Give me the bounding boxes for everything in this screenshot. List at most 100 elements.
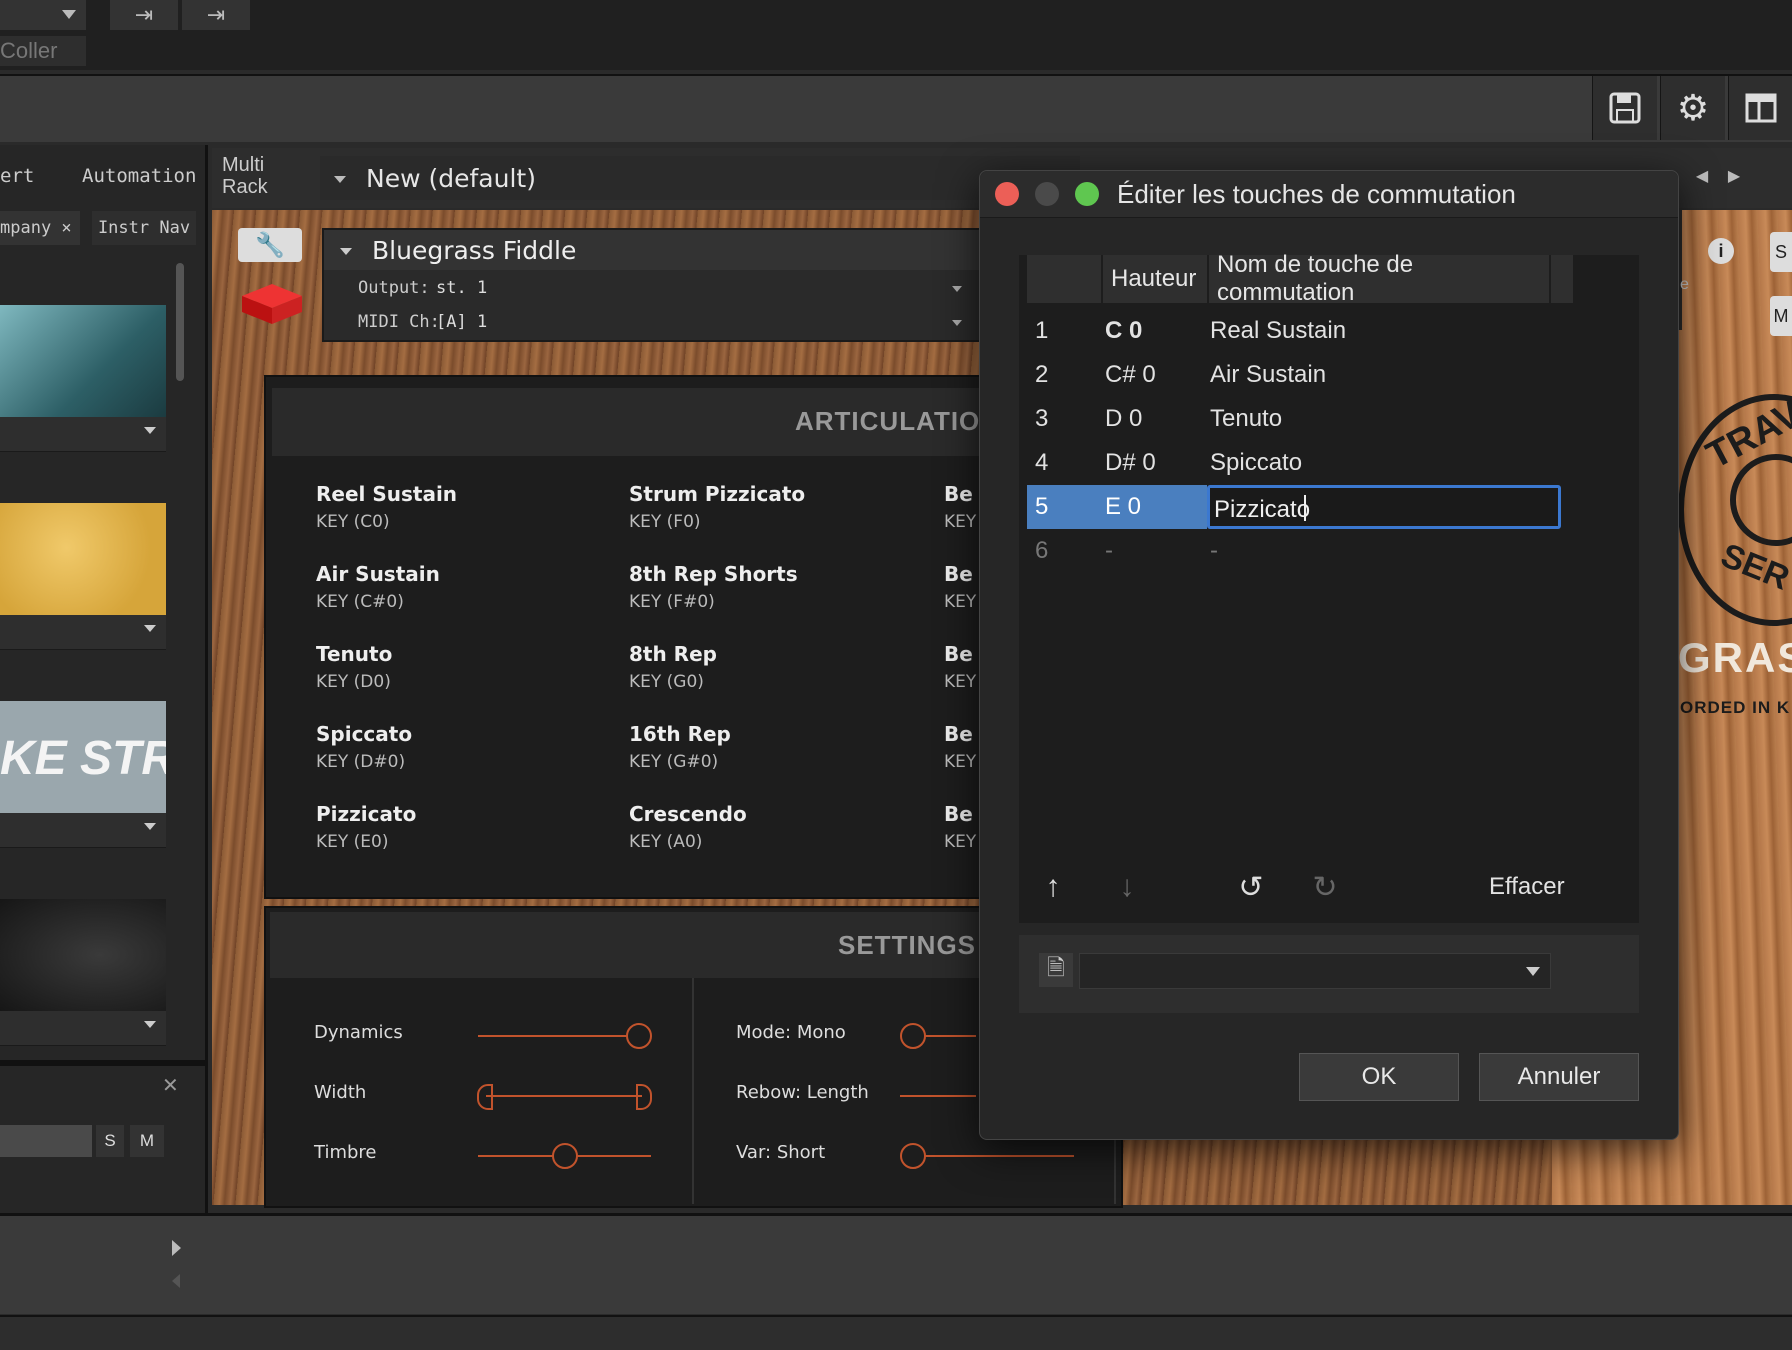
play-arrow-icon[interactable] xyxy=(172,1240,181,1256)
chevron-down-icon xyxy=(340,248,352,255)
articulation-item[interactable]: Be KEY xyxy=(944,482,976,532)
browser-scrollbar[interactable] xyxy=(176,263,184,381)
articulation-item[interactable]: Strum Pizzicato KEY (F0) xyxy=(629,482,805,532)
layout-button[interactable] xyxy=(1728,76,1792,140)
output-selector[interactable]: Output: st. 1 xyxy=(324,272,980,304)
articulation-item[interactable]: 8th Rep KEY (G0) xyxy=(629,642,717,692)
filter-instr-nav[interactable]: Instr Nav xyxy=(92,211,196,245)
filter-company[interactable]: mpany × xyxy=(0,211,80,245)
row-name: Air Sustain xyxy=(1210,361,1327,388)
articulation-item[interactable]: Spiccato KEY (D#0) xyxy=(316,722,412,772)
articulation-item[interactable]: 8th Rep Shorts KEY (F#0) xyxy=(629,562,798,612)
articulation-item[interactable]: Crescendo KEY (A0) xyxy=(629,802,747,852)
instrument-name-bar[interactable]: Bluegrass Fiddle xyxy=(324,230,980,270)
row-name: - xyxy=(1210,537,1218,564)
rebow-length-slider[interactable] xyxy=(900,1095,976,1097)
articulation-item[interactable]: Reel Sustain KEY (C0) xyxy=(316,482,457,532)
width-range-slider[interactable] xyxy=(486,1095,642,1097)
tab-expert[interactable]: ert xyxy=(0,165,34,187)
wrench-button[interactable]: 🔧 xyxy=(238,228,302,262)
undo-button[interactable]: ↺ xyxy=(1233,869,1269,905)
clear-button[interactable]: Effacer xyxy=(1489,873,1565,901)
move-down-button[interactable]: ↓ xyxy=(1109,869,1145,905)
undo-icon: ↺ xyxy=(1238,870,1264,904)
library-dropdown[interactable] xyxy=(0,615,166,650)
settings-button[interactable]: ⚙ xyxy=(1660,76,1725,140)
side-mute-button[interactable]: M xyxy=(1770,296,1792,336)
skip-end-button[interactable]: ⇥ xyxy=(182,0,250,30)
articulation-item[interactable]: Be KEY xyxy=(944,722,976,772)
close-window-button[interactable] xyxy=(995,182,1019,206)
preset-file-button[interactable]: 🗎 xyxy=(1039,953,1073,987)
var-short-slider[interactable] xyxy=(904,1155,1074,1157)
chevron-down-icon xyxy=(62,10,76,19)
browser-divider xyxy=(0,1060,205,1066)
table-row[interactable]: 3 D 0 Tenuto xyxy=(1019,397,1631,441)
row-name-edit-value: Pizzicato xyxy=(1214,496,1311,523)
row-index: 1 xyxy=(1035,317,1049,344)
next-arrow-icon[interactable]: ▶ xyxy=(1724,164,1744,188)
var-short-slider-knob[interactable] xyxy=(900,1143,926,1169)
redo-button[interactable]: ↻ xyxy=(1307,869,1343,905)
tab-automation[interactable]: Automation xyxy=(82,165,196,187)
chevron-down-icon xyxy=(144,625,156,632)
library-thumbnail[interactable]: KE STRI xyxy=(0,701,166,813)
dynamics-slider-knob[interactable] xyxy=(626,1023,652,1049)
column-header-name[interactable]: Nom de touche de commutation xyxy=(1209,251,1549,306)
maximize-window-button[interactable] xyxy=(1075,182,1099,206)
step-forward-button[interactable]: ⇥ xyxy=(110,0,178,30)
library-dropdown[interactable] xyxy=(0,417,166,452)
back-arrow-icon[interactable] xyxy=(172,1274,180,1288)
solo-button[interactable]: S xyxy=(96,1125,124,1157)
save-button[interactable] xyxy=(1592,76,1657,140)
side-solo-button[interactable]: S xyxy=(1770,232,1792,272)
preset-dropdown[interactable] xyxy=(1079,953,1551,989)
width-range-handle-left[interactable] xyxy=(477,1084,493,1110)
library-dropdown[interactable] xyxy=(0,1011,166,1046)
dynamics-slider[interactable] xyxy=(478,1035,640,1037)
rack-preset-dropdown[interactable]: New (default) xyxy=(320,156,1080,200)
step-forward-icon: ⇥ xyxy=(134,2,154,27)
move-up-button[interactable]: ↑ xyxy=(1035,869,1071,905)
library-thumbnail[interactable] xyxy=(0,503,166,615)
mute-button[interactable]: M xyxy=(130,1125,164,1157)
mode-slider-knob[interactable] xyxy=(900,1023,926,1049)
prev-arrow-icon[interactable]: ◀ xyxy=(1692,164,1712,188)
articulation-key: KEY (D0) xyxy=(316,672,391,692)
text-caret xyxy=(1304,495,1306,521)
row-index: 2 xyxy=(1035,361,1049,388)
library-logo xyxy=(240,282,304,326)
column-header-name-label: Nom de touche de commutation xyxy=(1217,251,1414,306)
close-icon[interactable]: ✕ xyxy=(162,1073,179,1098)
paste-label[interactable]: Coller xyxy=(0,36,86,66)
dialog-title-bar: Éditer les touches de commutation xyxy=(980,171,1678,218)
articulation-item[interactable]: Tenuto KEY (D0) xyxy=(316,642,392,692)
row-pitch: E 0 xyxy=(1105,493,1142,520)
table-row[interactable]: 1 C 0 Real Sustain xyxy=(1019,309,1631,353)
articulation-item[interactable]: Be KEY xyxy=(944,642,976,692)
library-thumbnail[interactable] xyxy=(0,899,166,1011)
articulation-item[interactable]: Pizzicato KEY (E0) xyxy=(316,802,416,852)
info-icon[interactable]: i xyxy=(1708,238,1734,264)
midi-channel-selector[interactable]: MIDI Ch: [A] 1 xyxy=(324,306,980,338)
articulation-key: KEY (G#0) xyxy=(629,752,719,772)
articulation-item[interactable]: Air Sustain KEY (C#0) xyxy=(316,562,440,612)
table-row[interactable]: 4 D# 0 Spiccato xyxy=(1019,441,1631,485)
table-row[interactable]: 2 C# 0 Air Sustain xyxy=(1019,353,1631,397)
column-header-pitch[interactable]: Hauteur xyxy=(1103,255,1207,303)
midi-value: [A] 1 xyxy=(436,312,488,332)
timbre-label: Timbre xyxy=(314,1142,377,1163)
table-row[interactable]: 6 - - xyxy=(1019,529,1631,573)
minimize-window-button[interactable] xyxy=(1035,182,1059,206)
cancel-button[interactable]: Annuler xyxy=(1479,1053,1639,1101)
articulation-item[interactable]: Be KEY xyxy=(944,562,976,612)
library-dropdown[interactable] xyxy=(0,813,166,848)
ok-button[interactable]: OK xyxy=(1299,1053,1459,1101)
library-thumbnail[interactable] xyxy=(0,305,166,417)
row-name-edit-field[interactable]: Pizzicato xyxy=(1207,485,1561,529)
timbre-slider-knob[interactable] xyxy=(552,1143,578,1169)
dropdown-field[interactable] xyxy=(0,0,86,30)
articulation-item[interactable]: 16th Rep KEY (G#0) xyxy=(629,722,731,772)
table-row-selected[interactable]: 5 E 0 Pizzicato xyxy=(1019,485,1631,529)
articulation-item[interactable]: Be KEY xyxy=(944,802,976,852)
